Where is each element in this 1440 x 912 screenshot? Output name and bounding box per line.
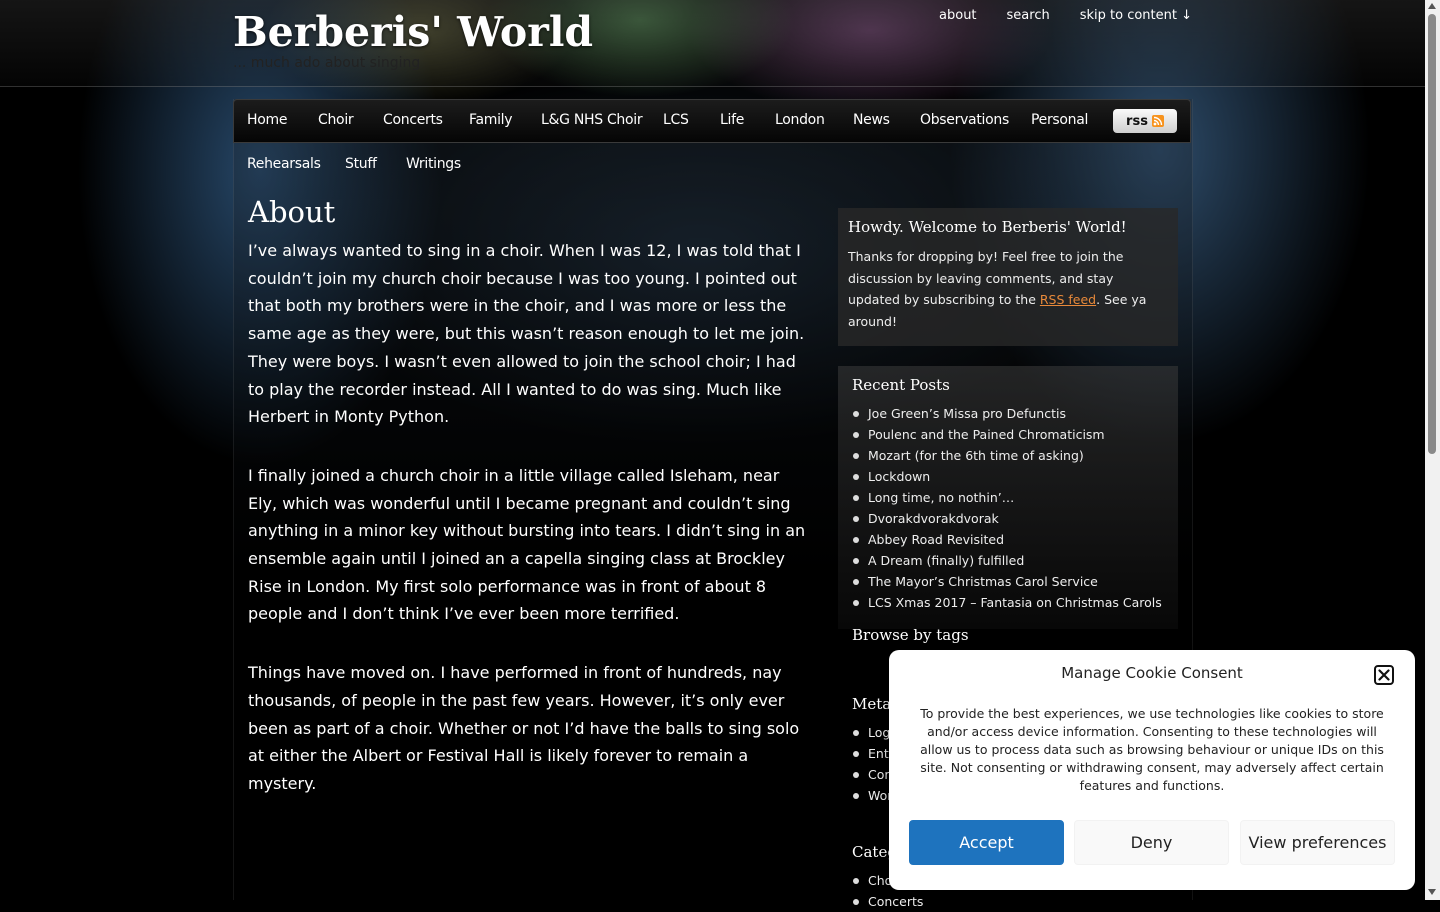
recent-post-link[interactable]: Dvorakdvorakdvorak [852,508,1164,529]
recent-post-link[interactable]: Lockdown [852,466,1164,487]
rss-feed-icon [1151,115,1164,127]
rss-feed-link[interactable]: RSS feed [1040,292,1096,307]
category-link[interactable]: Concerts [852,891,1172,912]
scroll-down-arrow-icon[interactable] [1428,889,1436,895]
recent-post-link[interactable]: Joe Green’s Missa pro Defunctis [852,403,1164,424]
scrollbar[interactable] [1425,0,1440,900]
site-title[interactable]: Berberis' World [233,8,593,56]
rss-button[interactable]: rss [1113,109,1177,133]
nav-lcs[interactable]: LCS [663,112,689,128]
recent-posts-widget: Recent Posts Joe Green’s Missa pro Defun… [838,366,1178,629]
nav-family[interactable]: Family [469,112,513,128]
site-tagline: ... much ado about singing [233,55,421,71]
nav-lg-nhs-choir[interactable]: L&G NHS Choir [541,112,643,128]
recent-posts-list: Joe Green’s Missa pro Defunctis Poulenc … [852,403,1164,613]
nav-stuff[interactable]: Stuff [345,156,377,172]
header-bar [0,0,1425,87]
recent-posts-title: Recent Posts [852,376,950,394]
sidebar: Howdy. Welcome to Berberis' World! Thank… [838,208,1178,909]
recent-post-link[interactable]: Long time, no nothin’… [852,487,1164,508]
deny-button[interactable]: Deny [1074,820,1229,865]
view-preferences-button[interactable]: View preferences [1240,820,1395,865]
rss-label: rss [1126,113,1148,129]
nav-london[interactable]: London [775,112,825,128]
accept-button[interactable]: Accept [909,820,1064,865]
recent-post-link[interactable]: Mozart (for the 6th time of asking) [852,445,1164,466]
recent-post-link[interactable]: A Dream (finally) fulfilled [852,550,1164,571]
nav-news[interactable]: News [853,112,890,128]
welcome-title: Howdy. Welcome to Berberis' World! [848,218,1127,236]
welcome-widget: Howdy. Welcome to Berberis' World! Thank… [838,208,1178,346]
skip-to-content-link[interactable]: skip to content ↓ [1080,8,1192,23]
recent-post-link[interactable]: The Mayor’s Christmas Carol Service [852,571,1164,592]
cookie-title: Manage Cookie Consent [1061,664,1243,682]
recent-post-link[interactable]: Poulenc and the Pained Chromaticism [852,424,1164,445]
page-title: About [248,195,336,229]
nav-observations[interactable]: Observations [920,112,1009,128]
top-links: about search skip to content ↓ [939,8,1192,23]
nav-personal[interactable]: Personal [1031,112,1088,128]
scroll-up-arrow-icon[interactable] [1428,3,1436,9]
cookie-text: To provide the best experiences, we use … [920,706,1384,793]
nav-concerts[interactable]: Concerts [383,112,443,128]
main-nav: Home Choir Concerts Family L&G NHS Choir… [233,99,1191,187]
content-paragraph: I’ve always wanted to sing in a choir. W… [248,241,805,427]
scrollbar-thumb[interactable] [1428,14,1436,454]
recent-post-link[interactable]: LCS Xmas 2017 – Fantasia on Christmas Ca… [852,592,1164,613]
nav-choir[interactable]: Choir [318,112,354,128]
content-paragraph: I finally joined a church choir in a lit… [248,465,806,624]
recent-post-link[interactable]: Abbey Road Revisited [852,529,1164,550]
nav-writings[interactable]: Writings [406,156,461,172]
close-icon[interactable] [1374,665,1394,685]
nav-life[interactable]: Life [720,112,744,128]
search-link[interactable]: search [1007,8,1050,23]
tags-widget: Browse by tags [852,626,1172,653]
content-paragraph: Things have moved on. I have performed i… [248,663,800,793]
nav-rehearsals[interactable]: Rehearsals [247,156,321,172]
about-link[interactable]: about [939,8,977,23]
nav-home[interactable]: Home [247,112,287,128]
tags-title: Browse by tags [852,626,969,644]
page-content: About I’ve always wanted to sing in a ch… [248,195,813,829]
cookie-consent-dialog: Manage Cookie Consent To provide the bes… [889,650,1415,890]
welcome-text: Thanks for dropping by! Feel free to joi… [848,246,1168,332]
